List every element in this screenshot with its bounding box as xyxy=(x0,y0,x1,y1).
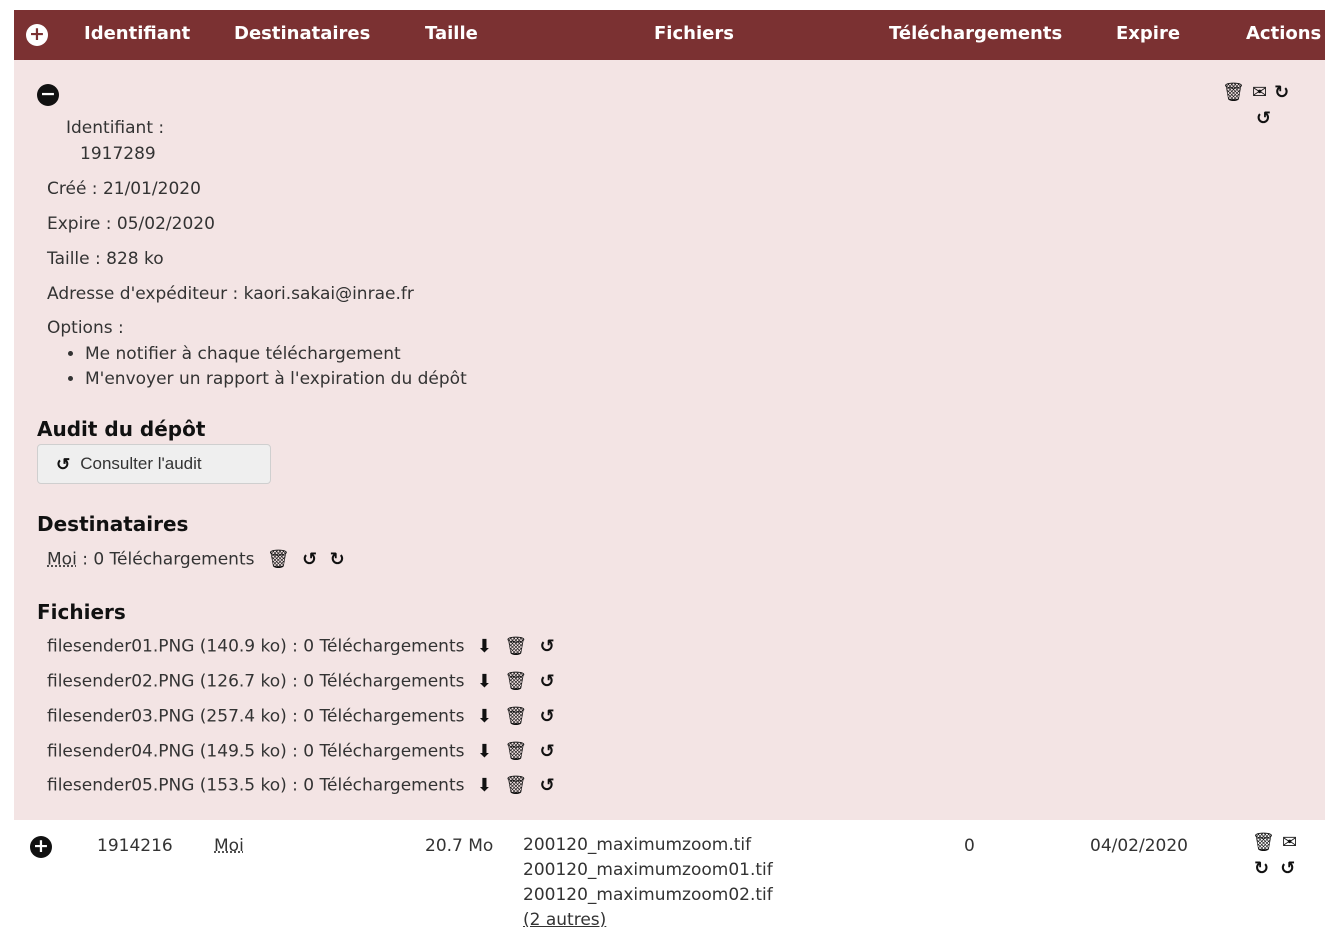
col-fichiers[interactable]: Fichiers xyxy=(654,10,734,60)
file-row: filesender03.PNG (257.4 ko) : 0 Téléchar… xyxy=(47,706,555,727)
recipient-name[interactable]: Moi xyxy=(47,550,77,570)
file-row: filesender04.PNG (149.5 ko) : 0 Téléchar… xyxy=(47,741,555,762)
row-recipient[interactable]: Moi xyxy=(214,836,244,856)
expand-all-button[interactable]: + xyxy=(26,23,48,47)
trash-icon[interactable]: 🗑 xyxy=(504,706,527,727)
trash-icon[interactable]: 🗑 xyxy=(267,549,290,570)
row-identifiant: 1914216 xyxy=(97,836,173,856)
trash-icon[interactable]: 🗑 xyxy=(1222,82,1245,103)
row-downloads: 0 xyxy=(964,836,975,856)
download-icon[interactable]: ⬇ xyxy=(477,671,492,692)
envelope-icon[interactable]: ✉ xyxy=(1252,82,1267,103)
history-icon[interactable]: ↺ xyxy=(540,741,555,762)
row-size: 20.7 Mo xyxy=(425,836,494,856)
file-row: filesender02.PNG (126.7 ko) : 0 Téléchar… xyxy=(47,671,555,692)
history-icon[interactable]: ↺ xyxy=(540,775,555,796)
file-info: filesender03.PNG (257.4 ko) : 0 Téléchar… xyxy=(47,706,465,727)
download-icon[interactable]: ⬇ xyxy=(477,741,492,762)
history-icon[interactable]: ↺ xyxy=(540,706,555,727)
row-file-name: 200120_maximumzoom01.tif xyxy=(523,860,773,880)
col-expire[interactable]: Expire xyxy=(1116,10,1180,60)
row-files: 200120_maximumzoom.tif 200120_maximumzoo… xyxy=(523,833,773,933)
trash-icon[interactable]: 🗑 xyxy=(504,741,527,762)
trash-icon[interactable]: 🗑 xyxy=(504,775,527,796)
history-icon[interactable]: ↺ xyxy=(302,549,317,570)
transfer-size: Taille : 828 ko xyxy=(47,249,164,269)
audit-title: Audit du dépôt xyxy=(37,417,206,441)
row-file-name: 200120_maximumzoom02.tif xyxy=(523,885,773,905)
col-actions: Actions xyxy=(1246,23,1322,44)
options-list: Me notifier à chaque téléchargement M'en… xyxy=(47,342,467,392)
row-actions-2: ↻ ↺ xyxy=(1254,858,1295,879)
table-row: + 1914216 Moi 20.7 Mo 200120_maximumzoom… xyxy=(14,820,1325,930)
collapse-button[interactable]: − xyxy=(37,84,59,106)
history-icon: ↺ xyxy=(56,454,71,474)
recipient-downloads: : 0 Téléchargements xyxy=(76,549,255,570)
history-icon[interactable]: ↺ xyxy=(1256,108,1271,129)
file-info: filesender02.PNG (126.7 ko) : 0 Téléchar… xyxy=(47,671,465,692)
identifiant-label: Identifiant : xyxy=(66,118,165,138)
refresh-icon[interactable]: ↻ xyxy=(1254,858,1269,879)
row-expire: 04/02/2020 xyxy=(1090,836,1188,856)
file-info: filesender01.PNG (140.9 ko) : 0 Téléchar… xyxy=(47,636,465,657)
consult-audit-button[interactable]: ↺ Consulter l'audit xyxy=(37,444,271,484)
file-info: filesender05.PNG (153.5 ko) : 0 Téléchar… xyxy=(47,775,465,796)
files-title: Fichiers xyxy=(37,600,126,624)
options-label: Options : xyxy=(47,318,124,338)
table-header: + Identifiant Destinataires Taille Fichi… xyxy=(14,10,1325,60)
trash-icon[interactable]: 🗑 xyxy=(1252,832,1275,853)
refresh-icon[interactable]: ↻ xyxy=(1274,82,1289,103)
recipients-title: Destinataires xyxy=(37,512,189,536)
download-icon[interactable]: ⬇ xyxy=(477,775,492,796)
refresh-icon[interactable]: ↻ xyxy=(330,549,345,570)
consult-audit-label: Consulter l'audit xyxy=(80,454,202,473)
file-row: filesender05.PNG (153.5 ko) : 0 Téléchar… xyxy=(47,775,555,796)
download-icon[interactable]: ⬇ xyxy=(477,636,492,657)
trash-icon[interactable]: 🗑 xyxy=(504,671,527,692)
expire-date: Expire : 05/02/2020 xyxy=(47,214,215,234)
transfer-details-panel: − 🗑 ✉ ↻ ↺ Identifiant : 1917289 Créé : 2… xyxy=(14,60,1325,820)
option-item: Me notifier à chaque téléchargement xyxy=(85,342,467,367)
expand-button[interactable]: + xyxy=(30,836,52,858)
plus-circle-icon: + xyxy=(26,24,48,46)
option-item: M'envoyer un rapport à l'expiration du d… xyxy=(85,367,467,392)
more-files-link[interactable]: (2 autres) xyxy=(523,908,773,933)
col-telechargements[interactable]: Téléchargements xyxy=(889,10,1062,60)
sender-address: Adresse d'expéditeur : kaori.sakai@inrae… xyxy=(47,284,414,304)
col-identifiant[interactable]: Identifiant xyxy=(84,10,190,60)
transfer-actions: 🗑 ✉ ↻ xyxy=(1222,82,1289,103)
history-icon[interactable]: ↺ xyxy=(540,636,555,657)
row-actions: 🗑 ✉ xyxy=(1252,832,1297,853)
history-icon[interactable]: ↺ xyxy=(1280,858,1295,879)
identifiant-value: 1917289 xyxy=(80,144,156,164)
file-row: filesender01.PNG (140.9 ko) : 0 Téléchar… xyxy=(47,636,555,657)
download-icon[interactable]: ⬇ xyxy=(477,706,492,727)
history-icon[interactable]: ↺ xyxy=(540,671,555,692)
col-taille[interactable]: Taille xyxy=(425,10,478,60)
envelope-icon[interactable]: ✉ xyxy=(1282,832,1297,853)
recipient-row: Moi : 0 Téléchargements 🗑 ↺ ↻ xyxy=(47,549,345,570)
created-date: Créé : 21/01/2020 xyxy=(47,179,201,199)
col-destinataires[interactable]: Destinataires xyxy=(234,10,370,60)
row-file-name: 200120_maximumzoom.tif xyxy=(523,835,752,855)
file-info: filesender04.PNG (149.5 ko) : 0 Téléchar… xyxy=(47,741,465,762)
trash-icon[interactable]: 🗑 xyxy=(504,636,527,657)
